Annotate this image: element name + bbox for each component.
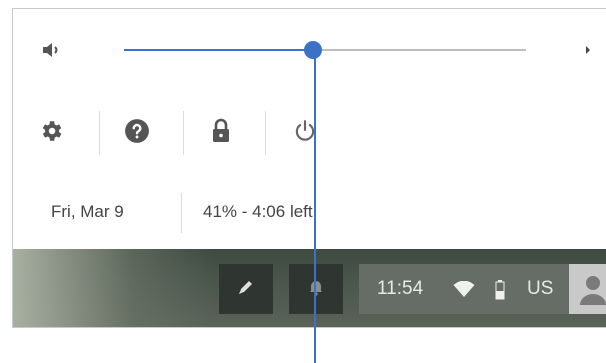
wallpaper-area (13, 249, 213, 327)
divider (181, 193, 182, 233)
volume-slider[interactable] (124, 41, 526, 59)
divider (99, 111, 100, 155)
avatar-icon (579, 273, 606, 310)
speaker-icon[interactable] (41, 41, 63, 59)
user-avatar-button[interactable] (569, 264, 606, 314)
battery-icon (495, 280, 505, 305)
date-label[interactable]: Fri, Mar 9 (51, 202, 124, 222)
status-area-button[interactable]: 11:54 US (359, 264, 569, 314)
power-button[interactable] (289, 117, 321, 149)
help-icon (124, 118, 150, 149)
divider (183, 111, 184, 155)
notifications-button[interactable] (289, 264, 343, 314)
settings-button[interactable] (35, 117, 67, 149)
lock-button[interactable] (205, 117, 237, 149)
battery-status-label[interactable]: 41% - 4:06 left (203, 202, 313, 222)
ime-label: US (527, 278, 554, 299)
divider (265, 111, 266, 155)
volume-slider-fill (124, 49, 313, 51)
lock-icon (209, 118, 233, 149)
volume-slider-thumb[interactable] (303, 41, 322, 59)
shelf: 11:54 US (13, 249, 606, 327)
help-button[interactable] (121, 117, 153, 149)
system-tray-bubble: Fri, Mar 9 41% - 4:06 left 11:54 US (12, 8, 606, 328)
wifi-icon (453, 280, 475, 303)
stylus-tools-button[interactable] (219, 264, 273, 314)
chevron-right-icon[interactable] (583, 43, 593, 57)
gear-icon (38, 118, 64, 149)
callout-line (314, 52, 316, 363)
clock-label: 11:54 (377, 278, 424, 299)
pen-icon (236, 277, 256, 302)
bell-icon (306, 277, 326, 302)
